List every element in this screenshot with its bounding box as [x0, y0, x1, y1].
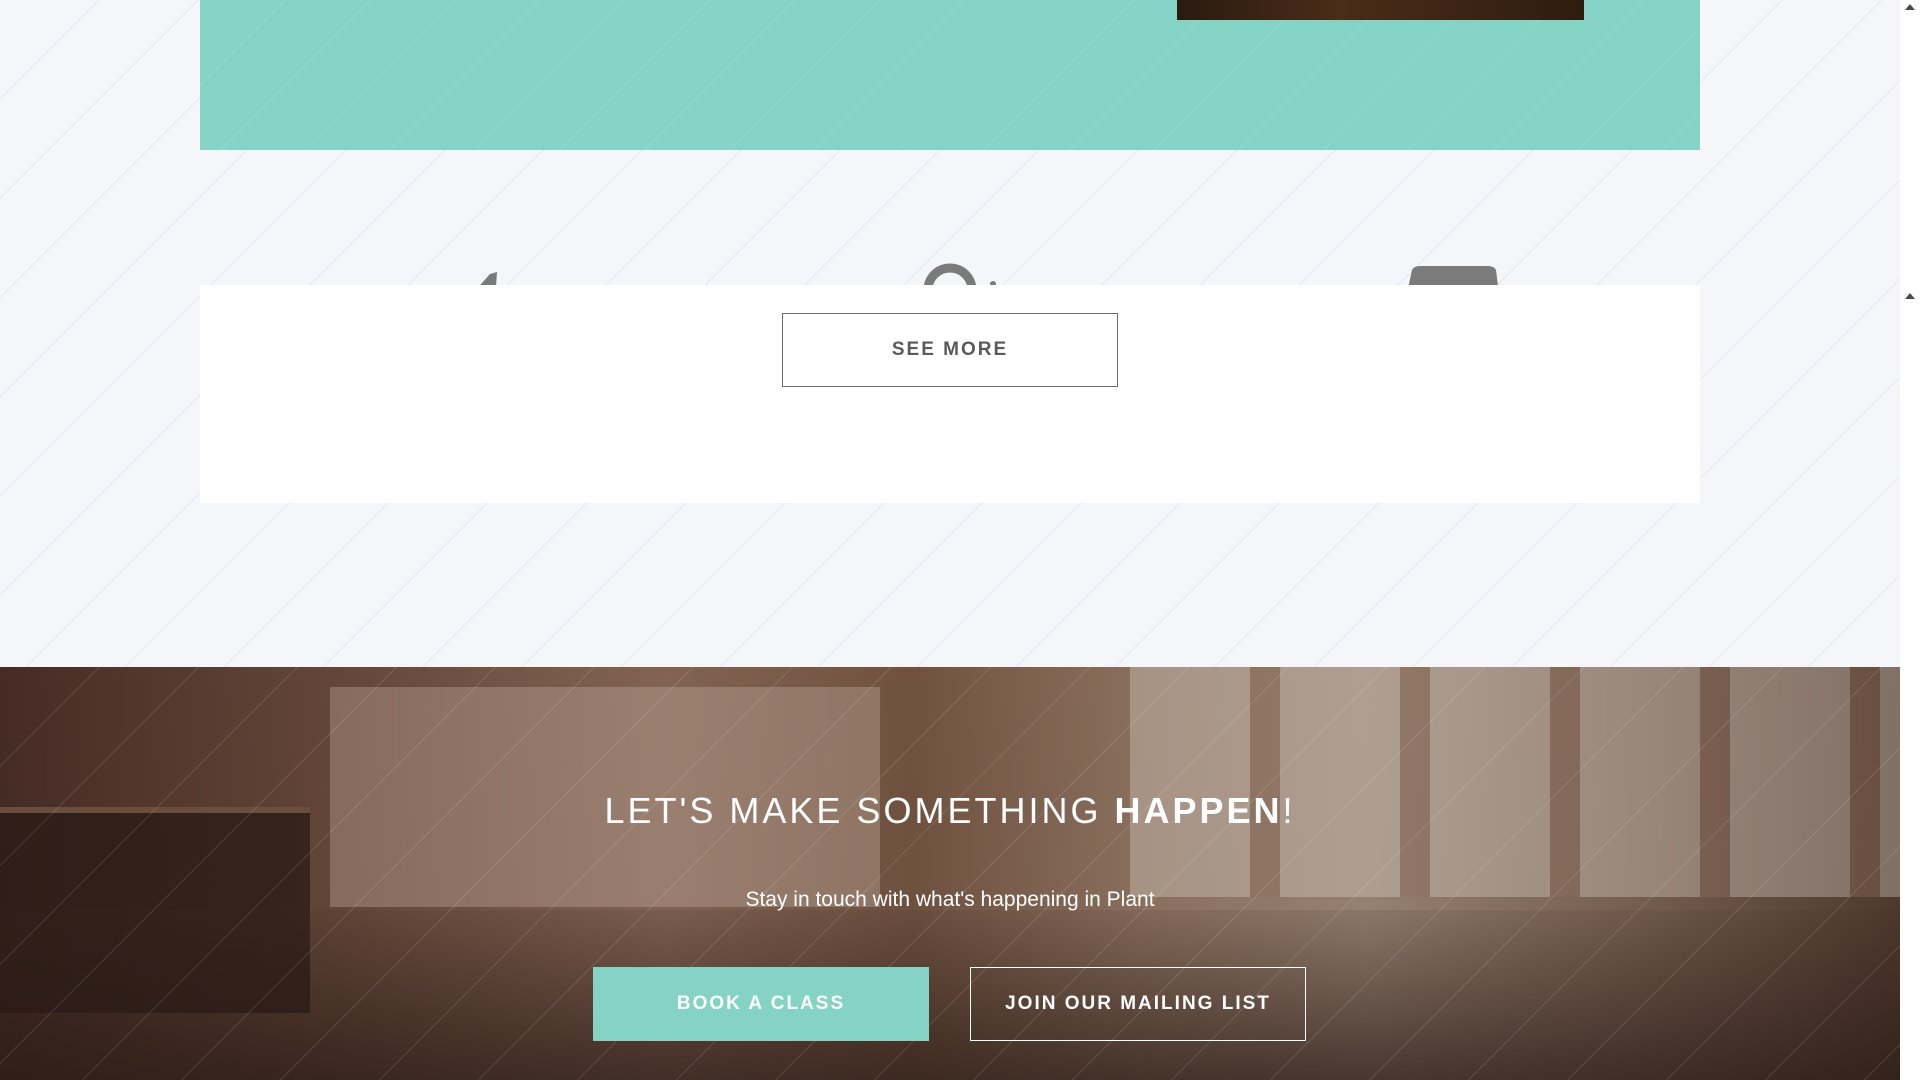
page: SEE MORE LET'S MAKE SOMETHING HAPPEN! St…: [0, 0, 1920, 1080]
scroll-position-marker[interactable]: [1905, 293, 1915, 299]
hero-title-bold: HAPPEN: [1114, 790, 1283, 831]
hero-title: LET'S MAKE SOMETHING HAPPEN!: [0, 790, 1900, 832]
hero-title-end: !: [1282, 790, 1296, 831]
book-class-button[interactable]: BOOK A CLASS: [593, 967, 929, 1041]
see-more-button[interactable]: SEE MORE: [782, 313, 1118, 387]
hero-title-light: LET'S MAKE SOMETHING: [604, 790, 1115, 831]
hero-pattern-overlay: [0, 667, 1900, 1080]
hero-subtitle: Stay in touch with what's happening in P…: [745, 888, 1155, 911]
scroll-up-arrow-icon[interactable]: [1905, 4, 1915, 10]
scrollbar[interactable]: [1900, 0, 1920, 1080]
calendar-icon: [1400, 262, 1500, 286]
scissors-icon: [445, 262, 545, 286]
services-card: SEE MORE: [200, 285, 1700, 503]
teal-banner: [200, 0, 1700, 150]
mailing-list-button[interactable]: JOIN OUR MAILING LIST: [970, 967, 1306, 1041]
banner-photo: [1177, 0, 1584, 20]
user-icon: [915, 262, 1015, 286]
cta-hero: LET'S MAKE SOMETHING HAPPEN! Stay in tou…: [0, 667, 1900, 1080]
